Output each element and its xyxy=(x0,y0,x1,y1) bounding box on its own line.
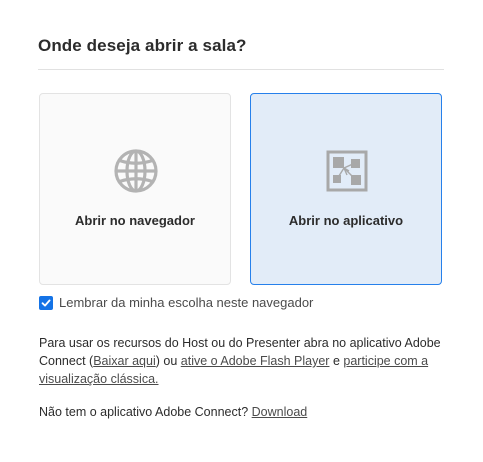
no-app-info: Não tem o aplicativo Adobe Connect? Down… xyxy=(39,405,307,419)
app-window-icon xyxy=(324,148,370,194)
checkmark-icon xyxy=(41,299,51,306)
download-here-link[interactable]: Baixar aqui xyxy=(93,354,156,368)
no-app-text: Não tem o aplicativo Adobe Connect? xyxy=(39,405,252,419)
enable-flash-link[interactable]: ative o Adobe Flash Player xyxy=(181,354,330,368)
dialog-title: Onde deseja abrir a sala? xyxy=(38,36,247,55)
info-text-3: e xyxy=(329,354,344,368)
open-room-dialog: Onde deseja abrir a sala? Abrir no naveg… xyxy=(0,0,483,462)
remember-label: Lembrar da minha escolha neste navegador xyxy=(59,295,314,310)
open-in-browser-option[interactable]: Abrir no navegador xyxy=(39,93,231,285)
download-link[interactable]: Download xyxy=(252,405,308,419)
open-in-browser-label: Abrir no navegador xyxy=(75,213,195,228)
open-in-app-label: Abrir no aplicativo xyxy=(288,213,404,228)
remember-choice[interactable]: Lembrar da minha escolha neste navegador xyxy=(39,295,313,310)
globe-icon xyxy=(113,148,159,194)
open-in-app-option[interactable]: Abrir no aplicativo xyxy=(250,93,442,285)
info-text-2: ) ou xyxy=(155,354,181,368)
remember-checkbox[interactable] xyxy=(39,295,53,310)
host-presenter-info: Para usar os recursos do Host ou do Pres… xyxy=(39,334,454,388)
title-divider xyxy=(38,69,444,70)
